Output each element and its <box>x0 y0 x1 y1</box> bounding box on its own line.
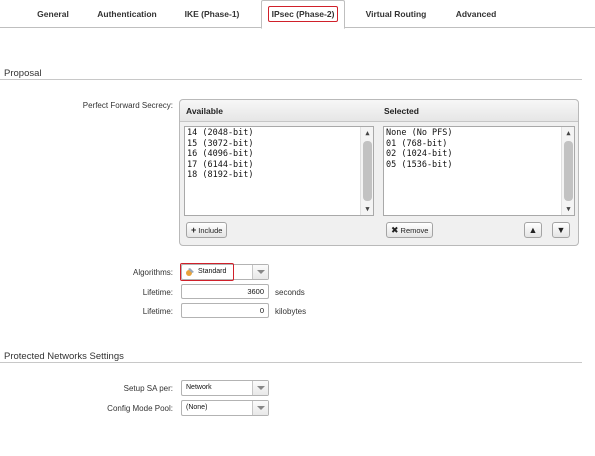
proposal-divider <box>0 79 582 80</box>
tab-general[interactable]: General <box>28 2 78 28</box>
selected-listbox[interactable]: None (No PFS) 01 (768-bit) 02 (1024-bit)… <box>383 126 575 216</box>
protected-networks-divider <box>0 362 582 363</box>
list-item[interactable]: 14 (2048-bit) <box>187 128 371 139</box>
setup-sa-value: Network <box>186 384 212 391</box>
selected-header: Selected <box>384 106 419 116</box>
scroll-up-icon[interactable]: ▲ <box>562 127 574 139</box>
move-up-button[interactable]: ▲ <box>524 222 542 238</box>
selected-scrollbar[interactable]: ▲ ▼ <box>561 127 574 215</box>
list-item[interactable]: 02 (1024-bit) <box>386 149 572 160</box>
proposal-section-title: Proposal <box>4 68 42 79</box>
tab-ipsec-phase-2-label: IPsec (Phase-2) <box>267 6 339 22</box>
tab-advanced[interactable]: Advanced <box>444 2 508 28</box>
list-item[interactable]: 16 (4096-bit) <box>187 149 371 160</box>
list-item[interactable]: None (No PFS) <box>386 128 572 139</box>
include-label: Include <box>198 226 223 235</box>
lifetime-seconds-input[interactable]: 3600 <box>181 284 269 299</box>
lifetime-kb-label: Lifetime: <box>142 307 173 316</box>
dual-list-header: Available Selected <box>180 100 578 122</box>
scroll-down-icon[interactable]: ▼ <box>562 203 574 215</box>
setup-sa-select[interactable]: Network <box>181 380 269 396</box>
tab-authentication[interactable]: Authentication <box>86 2 168 28</box>
available-scrollbar[interactable]: ▲ ▼ <box>360 127 373 215</box>
scroll-down-icon[interactable]: ▼ <box>361 203 373 215</box>
list-item[interactable]: 17 (6144-bit) <box>187 160 371 171</box>
algorithms-highlight <box>180 263 234 281</box>
list-item[interactable]: 01 (768-bit) <box>386 139 572 150</box>
available-header: Available <box>186 106 224 116</box>
scroll-up-icon[interactable]: ▲ <box>361 127 373 139</box>
config-mode-select[interactable]: (None) <box>181 400 269 416</box>
config-mode-label: Config Mode Pool: <box>107 404 173 413</box>
available-listbox[interactable]: 14 (2048-bit) 15 (3072-bit) 16 (4096-bit… <box>184 126 374 216</box>
move-down-button[interactable]: ▼ <box>552 222 570 238</box>
scrollbar-thumb[interactable] <box>363 141 372 201</box>
algorithms-label: Algorithms: <box>132 268 173 277</box>
pfs-label: Perfect Forward Secrecy: <box>82 101 173 110</box>
lifetime-kb-input[interactable]: 0 <box>181 303 269 318</box>
config-mode-value: (None) <box>186 404 208 411</box>
protected-networks-section-title: Protected Networks Settings <box>4 351 124 362</box>
list-item[interactable]: 15 (3072-bit) <box>187 139 371 150</box>
list-item[interactable]: 05 (1536-bit) <box>386 160 572 171</box>
plus-icon: + <box>191 225 197 235</box>
tab-virtual-routing[interactable]: Virtual Routing <box>355 2 437 28</box>
chevron-down-icon: ▼ <box>556 225 566 235</box>
include-button[interactable]: + Include <box>186 222 228 238</box>
chevron-down-icon[interactable] <box>252 265 268 279</box>
lifetime-kb-unit: kilobytes <box>275 307 307 316</box>
tab-ipsec-phase-2[interactable]: IPsec (Phase-2) <box>261 0 345 29</box>
remove-button[interactable]: ✖ Remove <box>386 222 434 238</box>
chevron-down-icon[interactable] <box>252 381 268 395</box>
tab-bar: General Authentication IKE (Phase-1) IPs… <box>0 0 595 29</box>
lifetime-seconds-label: Lifetime: <box>142 288 173 297</box>
close-icon: ✖ <box>391 225 399 235</box>
tab-ike-phase-1[interactable]: IKE (Phase-1) <box>174 2 250 28</box>
pfs-dual-list: Available Selected 14 (2048-bit) 15 (307… <box>179 99 579 246</box>
chevron-down-icon[interactable] <box>252 401 268 415</box>
setup-sa-label: Setup SA per: <box>123 384 173 393</box>
scrollbar-thumb[interactable] <box>564 141 573 201</box>
chevron-up-icon: ▲ <box>528 225 538 235</box>
list-item[interactable]: 18 (8192-bit) <box>187 170 371 181</box>
remove-label: Remove <box>400 226 429 235</box>
lifetime-seconds-unit: seconds <box>275 288 305 297</box>
